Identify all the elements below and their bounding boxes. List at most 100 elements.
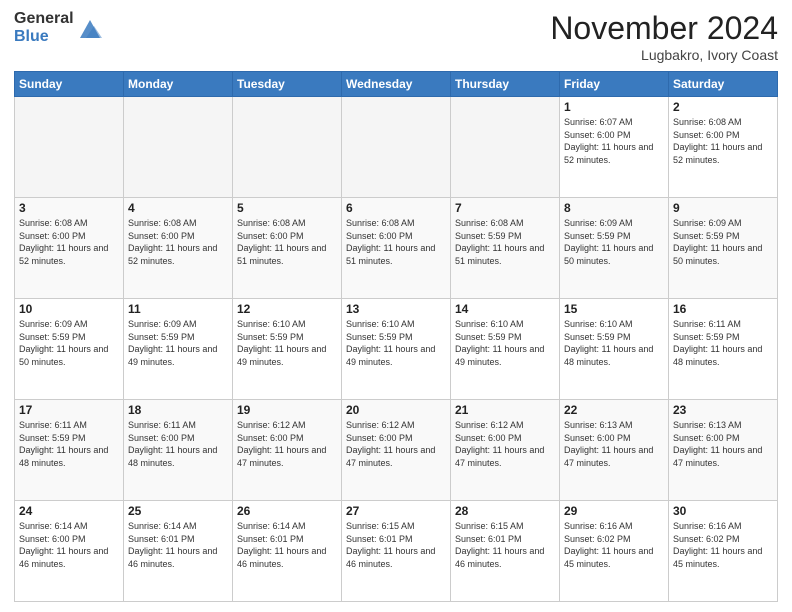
day-number: 13 xyxy=(346,302,446,316)
table-row: 23 Sunrise: 6:13 AMSunset: 6:00 PMDayligh… xyxy=(669,400,778,501)
day-number: 29 xyxy=(564,504,664,518)
day-info: Sunrise: 6:09 AMSunset: 5:59 PMDaylight:… xyxy=(128,318,228,368)
day-number: 20 xyxy=(346,403,446,417)
day-number: 23 xyxy=(673,403,773,417)
day-info: Sunrise: 6:16 AMSunset: 6:02 PMDaylight:… xyxy=(564,520,664,570)
table-row: 3 Sunrise: 6:08 AMSunset: 6:00 PMDaylight… xyxy=(15,198,124,299)
col-monday: Monday xyxy=(124,72,233,97)
table-row xyxy=(451,97,560,198)
table-row: 16 Sunrise: 6:11 AMSunset: 5:59 PMDayligh… xyxy=(669,299,778,400)
day-info: Sunrise: 6:11 AMSunset: 5:59 PMDaylight:… xyxy=(673,318,773,368)
col-tuesday: Tuesday xyxy=(233,72,342,97)
day-number: 27 xyxy=(346,504,446,518)
logo-text: General Blue xyxy=(14,10,74,45)
logo-icon xyxy=(76,14,104,42)
day-number: 25 xyxy=(128,504,228,518)
day-number: 2 xyxy=(673,100,773,114)
day-number: 9 xyxy=(673,201,773,215)
day-info: Sunrise: 6:14 AMSunset: 6:01 PMDaylight:… xyxy=(237,520,337,570)
table-row xyxy=(124,97,233,198)
day-number: 6 xyxy=(346,201,446,215)
table-row: 11 Sunrise: 6:09 AMSunset: 5:59 PMDayligh… xyxy=(124,299,233,400)
calendar-week-row: 24 Sunrise: 6:14 AMSunset: 6:00 PMDayligh… xyxy=(15,501,778,602)
day-info: Sunrise: 6:08 AMSunset: 6:00 PMDaylight:… xyxy=(237,217,337,267)
table-row: 15Sunrise: 6:10 AMSunset: 5:59 PMDayligh… xyxy=(560,299,669,400)
table-row: 18 Sunrise: 6:11 AMSunset: 6:00 PMDayligh… xyxy=(124,400,233,501)
table-row: 2 Sunrise: 6:08 AMSunset: 6:00 PMDaylight… xyxy=(669,97,778,198)
day-info: Sunrise: 6:12 AMSunset: 6:00 PMDaylight:… xyxy=(346,419,446,469)
table-row: 21Sunrise: 6:12 AMSunset: 6:00 PMDayligh… xyxy=(451,400,560,501)
day-number: 28 xyxy=(455,504,555,518)
calendar-week-row: 3 Sunrise: 6:08 AMSunset: 6:00 PMDaylight… xyxy=(15,198,778,299)
table-row: 9 Sunrise: 6:09 AMSunset: 5:59 PMDaylight… xyxy=(669,198,778,299)
day-number: 10 xyxy=(19,302,119,316)
day-info: Sunrise: 6:15 AMSunset: 6:01 PMDaylight:… xyxy=(455,520,555,570)
day-info: Sunrise: 6:11 AMSunset: 5:59 PMDaylight:… xyxy=(19,419,119,469)
calendar-week-row: 10 Sunrise: 6:09 AMSunset: 5:59 PMDayligh… xyxy=(15,299,778,400)
day-info: Sunrise: 6:16 AMSunset: 6:02 PMDaylight:… xyxy=(673,520,773,570)
title-area: November 2024 Lugbakro, Ivory Coast xyxy=(550,10,778,63)
table-row: 5 Sunrise: 6:08 AMSunset: 6:00 PMDaylight… xyxy=(233,198,342,299)
table-row: 14 Sunrise: 6:10 AMSunset: 5:59 PMDayligh… xyxy=(451,299,560,400)
day-info: Sunrise: 6:13 AMSunset: 6:00 PMDaylight:… xyxy=(673,419,773,469)
table-row: 8 Sunrise: 6:09 AMSunset: 5:59 PMDaylight… xyxy=(560,198,669,299)
day-info: Sunrise: 6:08 AMSunset: 6:00 PMDaylight:… xyxy=(346,217,446,267)
day-number: 14 xyxy=(455,302,555,316)
day-number: 21 xyxy=(455,403,555,417)
day-info: Sunrise: 6:11 AMSunset: 6:00 PMDaylight:… xyxy=(128,419,228,469)
table-row: 24 Sunrise: 6:14 AMSunset: 6:00 PMDayligh… xyxy=(15,501,124,602)
day-info: Sunrise: 6:14 AMSunset: 6:00 PMDaylight:… xyxy=(19,520,119,570)
day-number: 17 xyxy=(19,403,119,417)
day-info: Sunrise: 6:14 AMSunset: 6:01 PMDaylight:… xyxy=(128,520,228,570)
table-row: 19Sunrise: 6:12 AMSunset: 6:00 PMDayligh… xyxy=(233,400,342,501)
table-row xyxy=(15,97,124,198)
day-info: Sunrise: 6:09 AMSunset: 5:59 PMDaylight:… xyxy=(19,318,119,368)
month-title: November 2024 xyxy=(550,10,778,47)
day-info: Sunrise: 6:10 AMSunset: 5:59 PMDaylight:… xyxy=(346,318,446,368)
col-sunday: Sunday xyxy=(15,72,124,97)
calendar-header-row: Sunday Monday Tuesday Wednesday Thursday… xyxy=(15,72,778,97)
day-number: 4 xyxy=(128,201,228,215)
calendar-table: Sunday Monday Tuesday Wednesday Thursday… xyxy=(14,71,778,602)
table-row: 29 Sunrise: 6:16 AMSunset: 6:02 PMDayligh… xyxy=(560,501,669,602)
day-number: 8 xyxy=(564,201,664,215)
table-row: 26 Sunrise: 6:14 AMSunset: 6:01 PMDayligh… xyxy=(233,501,342,602)
day-number: 5 xyxy=(237,201,337,215)
day-info: Sunrise: 6:15 AMSunset: 6:01 PMDaylight:… xyxy=(346,520,446,570)
col-thursday: Thursday xyxy=(451,72,560,97)
day-number: 11 xyxy=(128,302,228,316)
table-row: 20 Sunrise: 6:12 AMSunset: 6:00 PMDayligh… xyxy=(342,400,451,501)
day-info: Sunrise: 6:10 AMSunset: 5:59 PMDaylight:… xyxy=(564,318,664,368)
table-row: 12Sunrise: 6:10 AMSunset: 5:59 PMDayligh… xyxy=(233,299,342,400)
day-number: 3 xyxy=(19,201,119,215)
day-number: 26 xyxy=(237,504,337,518)
table-row: 17 Sunrise: 6:11 AMSunset: 5:59 PMDayligh… xyxy=(15,400,124,501)
logo-general: General xyxy=(14,10,74,28)
day-number: 18 xyxy=(128,403,228,417)
col-friday: Friday xyxy=(560,72,669,97)
table-row: 6 Sunrise: 6:08 AMSunset: 6:00 PMDaylight… xyxy=(342,198,451,299)
day-info: Sunrise: 6:07 AMSunset: 6:00 PMDaylight:… xyxy=(564,116,664,166)
day-info: Sunrise: 6:13 AMSunset: 6:00 PMDaylight:… xyxy=(564,419,664,469)
day-number: 22 xyxy=(564,403,664,417)
table-row: 10 Sunrise: 6:09 AMSunset: 5:59 PMDayligh… xyxy=(15,299,124,400)
day-number: 16 xyxy=(673,302,773,316)
table-row: 4Sunrise: 6:08 AMSunset: 6:00 PMDaylight… xyxy=(124,198,233,299)
table-row: 13 Sunrise: 6:10 AMSunset: 5:59 PMDayligh… xyxy=(342,299,451,400)
day-info: Sunrise: 6:08 AMSunset: 6:00 PMDaylight:… xyxy=(19,217,119,267)
day-info: Sunrise: 6:09 AMSunset: 5:59 PMDaylight:… xyxy=(673,217,773,267)
table-row xyxy=(342,97,451,198)
day-info: Sunrise: 6:10 AMSunset: 5:59 PMDaylight:… xyxy=(455,318,555,368)
day-number: 24 xyxy=(19,504,119,518)
table-row: 1Sunrise: 6:07 AMSunset: 6:00 PMDaylight… xyxy=(560,97,669,198)
table-row: 30Sunrise: 6:16 AMSunset: 6:02 PMDayligh… xyxy=(669,501,778,602)
logo-blue: Blue xyxy=(14,28,74,46)
day-info: Sunrise: 6:09 AMSunset: 5:59 PMDaylight:… xyxy=(564,217,664,267)
day-info: Sunrise: 6:08 AMSunset: 5:59 PMDaylight:… xyxy=(455,217,555,267)
day-number: 7 xyxy=(455,201,555,215)
page: General Blue November 2024 Lugbakro, Ivo… xyxy=(0,0,792,612)
logo: General Blue xyxy=(14,10,104,45)
calendar-week-row: 1Sunrise: 6:07 AMSunset: 6:00 PMDaylight… xyxy=(15,97,778,198)
day-info: Sunrise: 6:08 AMSunset: 6:00 PMDaylight:… xyxy=(673,116,773,166)
table-row: 22 Sunrise: 6:13 AMSunset: 6:00 PMDayligh… xyxy=(560,400,669,501)
